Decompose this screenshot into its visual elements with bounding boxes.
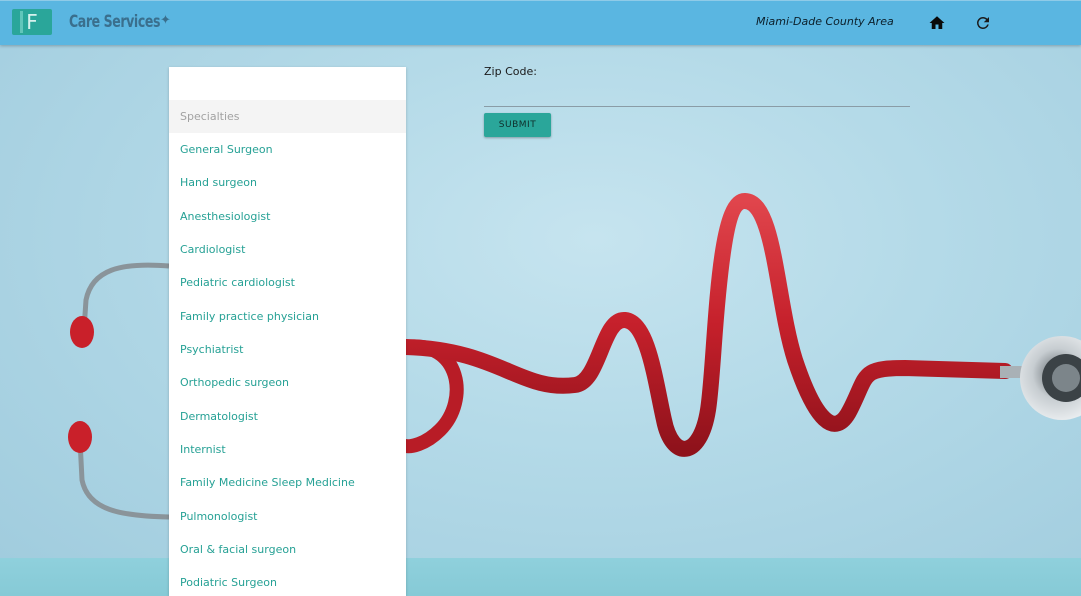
- specialty-item[interactable]: Anesthesiologist: [169, 200, 406, 233]
- specialty-label: Cardiologist: [180, 243, 246, 256]
- specialty-item[interactable]: General Surgeon: [169, 133, 406, 166]
- specialty-label: Family Medicine Sleep Medicine: [180, 476, 355, 489]
- specialty-label: Oral & facial surgeon: [180, 543, 297, 556]
- brand-name[interactable]: Care Services: [69, 11, 160, 33]
- specialty-item[interactable]: Pulmonologist: [169, 500, 406, 533]
- specialty-item[interactable]: Oral & facial surgeon: [169, 533, 406, 566]
- specialty-label: Orthopedic surgeon: [180, 376, 290, 389]
- refresh-button[interactable]: [974, 14, 992, 32]
- specialty-item[interactable]: Dermatologist: [169, 400, 406, 433]
- specialties-header: Specialties: [169, 100, 406, 133]
- specialty-label: Family practice physician: [180, 310, 319, 323]
- app-root: F Care Services ✦ Miami-Dade County Area…: [0, 0, 1081, 596]
- specialty-label: General Surgeon: [180, 143, 273, 156]
- specialty-label: Internist: [180, 443, 226, 456]
- specialty-item[interactable]: Family Medicine Sleep Medicine: [169, 466, 406, 499]
- refresh-icon: [976, 16, 989, 29]
- specialty-item[interactable]: Podiatric Surgeon: [169, 566, 406, 596]
- specialty-label: Anesthesiologist: [180, 210, 271, 223]
- submit-button[interactable]: SUBMIT: [484, 113, 551, 137]
- specialty-label: Pediatric cardiologist: [180, 276, 295, 289]
- specialty-item[interactable]: Cardiologist: [169, 233, 406, 266]
- specialties-list: Specialties General Surgeon Hand surgeon…: [169, 67, 406, 596]
- home-button[interactable]: [928, 14, 946, 32]
- specialty-item[interactable]: Pediatric cardiologist: [169, 266, 406, 299]
- specialty-item[interactable]: Internist: [169, 433, 406, 466]
- top-app-bar: F Care Services ✦ Miami-Dade County Area: [0, 0, 1081, 45]
- sparkle-icon: ✦: [160, 13, 171, 28]
- specialty-label: Dermatologist: [180, 410, 258, 423]
- logo[interactable]: F: [12, 9, 52, 35]
- zip-code-input[interactable]: [484, 82, 910, 107]
- specialty-label: Hand surgeon: [180, 176, 257, 189]
- logo-letter: F: [26, 10, 38, 34]
- specialty-label: Pulmonologist: [180, 510, 258, 523]
- specialty-item[interactable]: Psychiatrist: [169, 333, 406, 366]
- area-label: Miami-Dade County Area: [756, 15, 894, 28]
- specialty-item[interactable]: Hand surgeon: [169, 166, 406, 199]
- specialty-item[interactable]: Orthopedic surgeon: [169, 366, 406, 399]
- specialty-label: Podiatric Surgeon: [180, 576, 277, 589]
- specialties-header-label: Specialties: [180, 110, 240, 123]
- home-icon: [929, 16, 945, 29]
- zip-code-label: Zip Code:: [484, 65, 537, 78]
- background-bottom-band: [0, 558, 1081, 596]
- specialty-item[interactable]: Family practice physician: [169, 300, 406, 333]
- specialty-label: Psychiatrist: [180, 343, 244, 356]
